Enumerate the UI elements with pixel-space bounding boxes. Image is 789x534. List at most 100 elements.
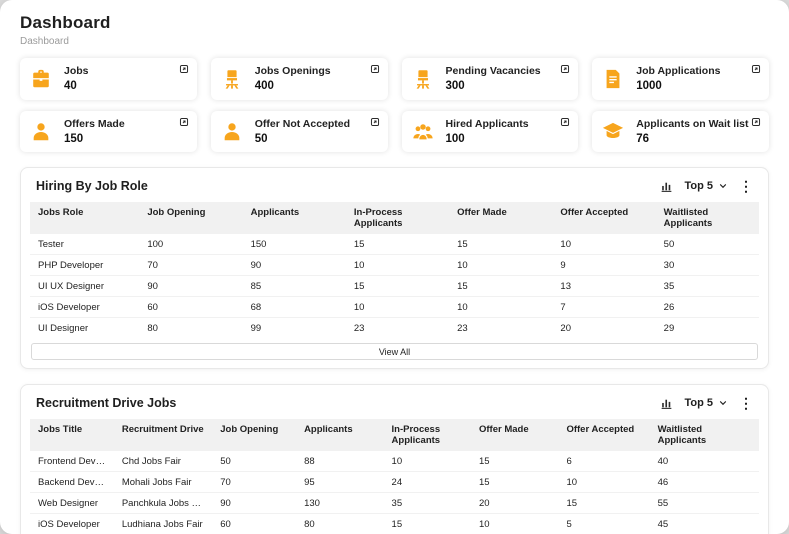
expand-icon[interactable] bbox=[370, 117, 380, 127]
view-all-button[interactable]: View All bbox=[31, 343, 758, 360]
expand-icon[interactable] bbox=[751, 117, 761, 127]
section-title: Recruitment Drive Jobs bbox=[36, 396, 176, 410]
table-cell: 10 bbox=[346, 255, 449, 276]
stat-card-label: Jobs bbox=[64, 65, 89, 78]
table-cell: Mohali Jobs Fair bbox=[114, 472, 212, 493]
column-header: Jobs Title bbox=[30, 419, 114, 451]
table-cell: 20 bbox=[471, 493, 558, 514]
column-header: Applicants bbox=[296, 419, 383, 451]
table-cell: 10 bbox=[384, 451, 471, 472]
stat-card-text: Pending Vacancies300 bbox=[446, 65, 541, 94]
table-cell: 35 bbox=[656, 276, 759, 297]
table-cell: 130 bbox=[296, 493, 383, 514]
expand-icon[interactable] bbox=[179, 117, 189, 127]
chevron-down-icon bbox=[718, 398, 728, 408]
table-cell: 70 bbox=[212, 472, 296, 493]
table-cell: 70 bbox=[139, 255, 242, 276]
panel-header: Hiring By Job Role Top 5 ⋮ bbox=[30, 177, 759, 202]
expand-icon[interactable] bbox=[560, 117, 570, 127]
table-cell: 10 bbox=[346, 297, 449, 318]
person-icon bbox=[221, 120, 245, 144]
expand-icon[interactable] bbox=[751, 64, 761, 74]
table-cell: 6 bbox=[558, 451, 649, 472]
stat-card-value: 76 bbox=[636, 132, 748, 146]
table-cell: 50 bbox=[212, 451, 296, 472]
table-cell: 50 bbox=[656, 234, 759, 255]
table-row: Frontend DeveloperChd Jobs Fair508810156… bbox=[30, 451, 759, 472]
table-cell: 15 bbox=[558, 493, 649, 514]
column-header: Jobs Role bbox=[30, 202, 139, 234]
column-header: Offer Made bbox=[471, 419, 558, 451]
stat-card-value: 400 bbox=[255, 79, 331, 93]
table-cell: 13 bbox=[552, 276, 655, 297]
section-title: Hiring By Job Role bbox=[36, 179, 148, 193]
hiring-by-job-role-panel: Hiring By Job Role Top 5 ⋮ Jobs RoleJob … bbox=[20, 167, 769, 369]
table-cell: 15 bbox=[449, 276, 552, 297]
table-cell: Frontend Developer bbox=[30, 451, 114, 472]
recruitment-drive-jobs-panel: Recruitment Drive Jobs Top 5 ⋮ Jobs Titl… bbox=[20, 384, 769, 534]
table-cell: 55 bbox=[650, 493, 759, 514]
column-header: In-Process Applicants bbox=[346, 202, 449, 234]
top5-label: Top 5 bbox=[684, 180, 713, 192]
column-header: In-Process Applicants bbox=[384, 419, 471, 451]
table-cell: 7 bbox=[552, 297, 655, 318]
stat-card: Jobs Openings400 bbox=[211, 58, 388, 100]
top5-label: Top 5 bbox=[684, 397, 713, 409]
table-cell: 30 bbox=[656, 255, 759, 276]
table-header-row: Jobs TitleRecruitment DriveJob OpeningAp… bbox=[30, 419, 759, 451]
table-cell: 10 bbox=[552, 234, 655, 255]
table-cell: 60 bbox=[139, 297, 242, 318]
table-cell: Tester bbox=[30, 234, 139, 255]
stat-card: Pending Vacancies300 bbox=[402, 58, 579, 100]
table-row: UI Designer809923232029 bbox=[30, 318, 759, 339]
stat-card-value: 40 bbox=[64, 79, 89, 93]
table-cell: 90 bbox=[243, 255, 346, 276]
column-header: Waitlisted Applicants bbox=[650, 419, 759, 451]
column-header: Offer Made bbox=[449, 202, 552, 234]
dashboard-window: Dashboard Dashboard Jobs40Jobs Openings4… bbox=[0, 0, 789, 534]
table-cell: 88 bbox=[296, 451, 383, 472]
table-cell: 80 bbox=[296, 514, 383, 534]
table-cell: 9 bbox=[552, 255, 655, 276]
panel-header: Recruitment Drive Jobs Top 5 ⋮ bbox=[30, 394, 759, 419]
table-cell: 23 bbox=[346, 318, 449, 339]
column-header: Waitlisted Applicants bbox=[656, 202, 759, 234]
bar-chart-icon[interactable] bbox=[660, 397, 673, 410]
bar-chart-icon[interactable] bbox=[660, 180, 673, 193]
table-cell: iOS Developer bbox=[30, 514, 114, 534]
stat-card-text: Job Applications1000 bbox=[636, 65, 720, 94]
stat-card-value: 150 bbox=[64, 132, 125, 146]
table-cell: 46 bbox=[650, 472, 759, 493]
column-header: Offer Accepted bbox=[558, 419, 649, 451]
table-cell: 100 bbox=[139, 234, 242, 255]
column-header: Offer Accepted bbox=[552, 202, 655, 234]
stat-card: Jobs40 bbox=[20, 58, 197, 100]
kebab-menu-icon[interactable]: ⋮ bbox=[739, 179, 753, 193]
table-cell: 95 bbox=[296, 472, 383, 493]
table-cell: 99 bbox=[243, 318, 346, 339]
stat-card-label: Job Applications bbox=[636, 65, 720, 78]
table-cell: 26 bbox=[656, 297, 759, 318]
table-cell: 10 bbox=[449, 297, 552, 318]
expand-icon[interactable] bbox=[179, 64, 189, 74]
top5-dropdown[interactable]: Top 5 bbox=[684, 180, 728, 192]
stat-card-value: 1000 bbox=[636, 79, 720, 93]
table-cell: 15 bbox=[346, 234, 449, 255]
table-cell: Web Designer bbox=[30, 493, 114, 514]
table-cell: 85 bbox=[243, 276, 346, 297]
expand-icon[interactable] bbox=[370, 64, 380, 74]
table-cell: 10 bbox=[471, 514, 558, 534]
office-chair-icon bbox=[412, 67, 436, 91]
table-row: iOS DeveloperLudhiana Jobs Fair608015105… bbox=[30, 514, 759, 534]
stat-card-label: Applicants on Wait list bbox=[636, 118, 748, 131]
panel-tools: Top 5 ⋮ bbox=[660, 179, 753, 193]
top5-dropdown[interactable]: Top 5 bbox=[684, 397, 728, 409]
expand-icon[interactable] bbox=[560, 64, 570, 74]
table-cell: iOS Developer bbox=[30, 297, 139, 318]
stat-card-text: Offer Not Accepted50 bbox=[255, 118, 350, 147]
resume-icon bbox=[602, 67, 626, 91]
breadcrumb: Dashboard bbox=[20, 36, 769, 47]
kebab-menu-icon[interactable]: ⋮ bbox=[739, 396, 753, 410]
column-header: Applicants bbox=[243, 202, 346, 234]
table-cell: 150 bbox=[243, 234, 346, 255]
